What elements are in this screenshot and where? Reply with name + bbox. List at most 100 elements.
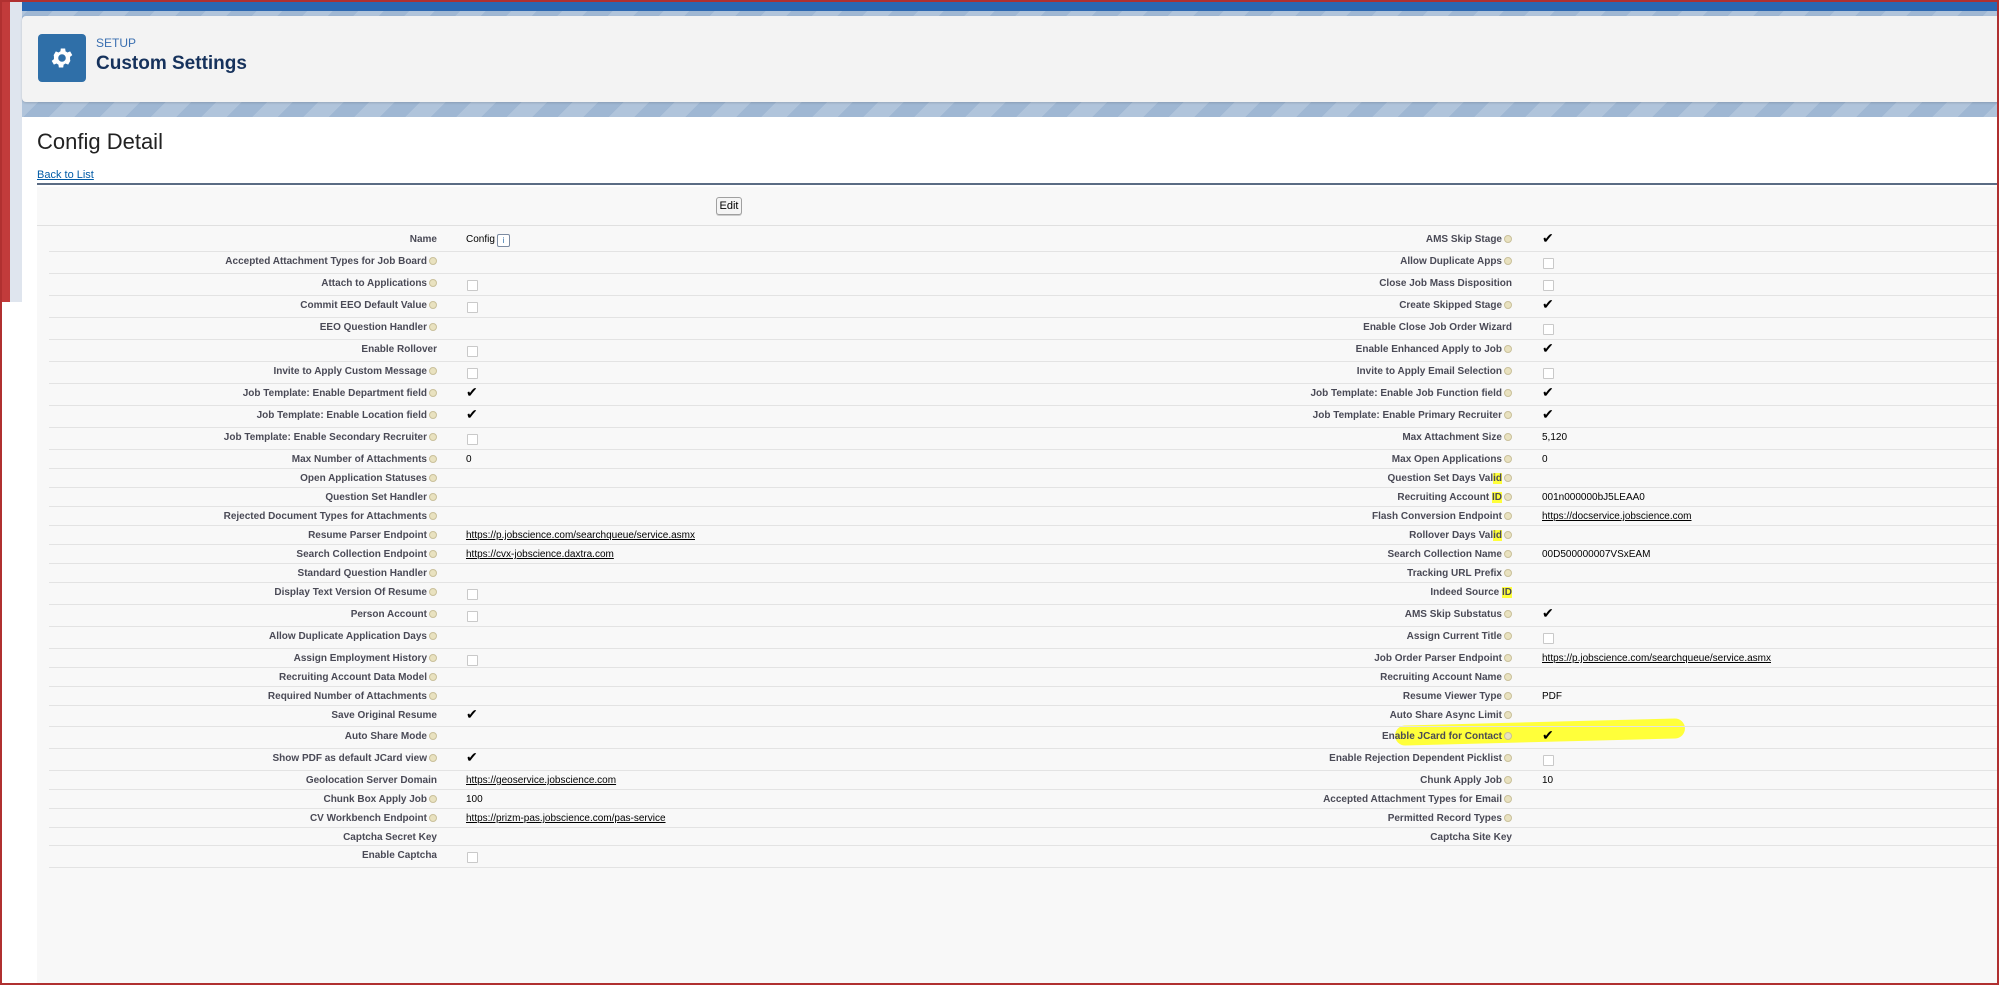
field-label-text: EEO Question Handler (319, 322, 427, 333)
page-title: Config Detail (37, 129, 163, 154)
field-label: Recruiting Account ID (1112, 492, 1512, 503)
help-icon[interactable] (429, 654, 437, 663)
back-to-list-link[interactable]: Back to List (37, 169, 94, 181)
help-icon[interactable] (1504, 814, 1512, 823)
field-label: Enable JCard for Contact (1112, 731, 1512, 742)
help-icon[interactable] (1504, 455, 1512, 464)
help-icon[interactable] (1504, 433, 1512, 442)
help-icon[interactable] (1504, 389, 1512, 398)
help-icon[interactable] (1504, 411, 1512, 420)
checked-icon: ✔ (1542, 727, 1554, 743)
help-icon[interactable] (1504, 493, 1512, 502)
field-label: Commit EEO Default Value (37, 300, 437, 311)
breadcrumb-setup[interactable]: SETUP (96, 36, 136, 50)
field-label-highlight: ID (1492, 492, 1502, 503)
help-icon[interactable] (1504, 550, 1512, 559)
help-icon[interactable] (1504, 512, 1512, 521)
field-row: Enable Rollover Enable Enhanced Apply to … (37, 340, 1997, 362)
field-label-text: Enable Captcha (361, 850, 437, 861)
checkbox (467, 852, 478, 863)
checked-icon: ✔ (466, 749, 478, 765)
field-label-text: Required Number of Attachments (267, 691, 427, 702)
help-icon[interactable] (429, 323, 437, 332)
help-icon[interactable] (1504, 795, 1512, 804)
field-link[interactable]: https://docservice.jobscience.com (1542, 511, 1692, 522)
help-icon[interactable] (1504, 711, 1512, 720)
help-icon[interactable] (429, 455, 437, 464)
help-icon[interactable] (429, 588, 437, 597)
help-icon[interactable] (429, 389, 437, 398)
help-icon[interactable] (1504, 235, 1512, 244)
help-icon[interactable] (429, 512, 437, 521)
edit-button[interactable]: Edit (716, 197, 742, 215)
help-icon[interactable] (429, 754, 437, 763)
help-icon[interactable] (1504, 732, 1512, 741)
help-icon[interactable] (429, 474, 437, 483)
help-icon[interactable] (429, 531, 437, 540)
field-label: Required Number of Attachments (37, 691, 437, 702)
field-link[interactable]: https://cvx-jobscience.daxtra.com (466, 549, 614, 560)
help-icon[interactable] (1504, 692, 1512, 701)
field-label-text: Job Template: Enable Location field (256, 410, 427, 421)
field-value: Config i (466, 234, 510, 247)
help-icon[interactable] (429, 732, 437, 741)
help-icon[interactable] (1504, 754, 1512, 763)
help-icon[interactable] (429, 433, 437, 442)
field-label-text: Indeed Source (1430, 587, 1502, 598)
help-icon[interactable] (1504, 531, 1512, 540)
help-icon[interactable] (1504, 345, 1512, 354)
help-icon[interactable] (1504, 569, 1512, 578)
field-label: Resume Viewer Type (1112, 691, 1512, 702)
help-icon[interactable] (1504, 776, 1512, 785)
help-icon[interactable] (1504, 474, 1512, 483)
help-icon[interactable] (429, 569, 437, 578)
help-icon[interactable] (1504, 673, 1512, 682)
field-row: Name Config i AMS Skip Stage ✔ (37, 230, 1997, 252)
field-label: Rejected Document Types for Attachments (37, 511, 437, 522)
field-label-text: Standard Question Handler (297, 568, 427, 579)
help-icon[interactable] (429, 632, 437, 641)
field-label: Captcha Secret Key (37, 832, 437, 843)
help-icon[interactable] (429, 257, 437, 266)
field-row: Chunk Box Apply Job 100 Accepted Attachmen… (37, 790, 1997, 809)
help-icon[interactable] (429, 367, 437, 376)
help-icon[interactable] (1504, 654, 1512, 663)
field-link[interactable]: https://prizm-pas.jobscience.com/pas-ser… (466, 813, 666, 824)
info-icon[interactable]: i (496, 234, 510, 247)
help-icon[interactable] (1504, 632, 1512, 641)
help-icon[interactable] (429, 550, 437, 559)
help-icon[interactable] (429, 814, 437, 823)
help-icon[interactable] (429, 493, 437, 502)
field-label-text: Open Application Statuses (300, 473, 427, 484)
help-icon[interactable] (429, 301, 437, 310)
field-label-text: CV Workbench Endpoint (309, 813, 427, 824)
checkbox (1543, 258, 1554, 269)
help-icon[interactable] (1504, 257, 1512, 266)
help-icon[interactable] (429, 692, 437, 701)
help-icon[interactable] (429, 411, 437, 420)
help-icon[interactable] (429, 673, 437, 682)
field-row: CV Workbench Endpoint https://prizm-pas.j… (37, 809, 1997, 828)
field-row: Resume Parser Endpoint https://p.jobscien… (37, 526, 1997, 545)
field-link[interactable]: https://p.jobscience.com/searchqueue/ser… (466, 530, 695, 541)
field-row: Auto Share Mode Enable JCard for Contact ✔ (37, 727, 1997, 749)
field-link[interactable]: https://geoservice.jobscience.com (466, 775, 616, 786)
field-label-text: Rollover Days Val (1409, 530, 1494, 541)
help-icon[interactable] (1504, 367, 1512, 376)
field-label: Save Original Resume (37, 710, 437, 721)
app-frame: SETUP Custom Settings Config Detail Back… (2, 2, 1997, 983)
field-row: Display Text Version Of Resume Indeed Sou… (37, 583, 1997, 605)
field-label: Create Skipped Stage (1112, 300, 1512, 311)
help-icon[interactable] (1504, 301, 1512, 310)
help-icon[interactable] (429, 795, 437, 804)
field-label: Display Text Version Of Resume (37, 587, 437, 598)
field-link[interactable]: https://p.jobscience.com/searchqueue/ser… (1542, 653, 1771, 664)
field-label-text: Resume Parser Endpoint (308, 530, 427, 541)
field-label-text: Tracking URL Prefix (1407, 568, 1502, 579)
help-icon[interactable] (429, 610, 437, 619)
field-value: 001n000000bJ5LEAA0 (1542, 492, 1645, 503)
help-icon[interactable] (429, 279, 437, 288)
field-value: https://prizm-pas.jobscience.com/pas-ser… (466, 813, 666, 824)
field-label: Permitted Record Types (1112, 813, 1512, 824)
help-icon[interactable] (1504, 610, 1512, 619)
